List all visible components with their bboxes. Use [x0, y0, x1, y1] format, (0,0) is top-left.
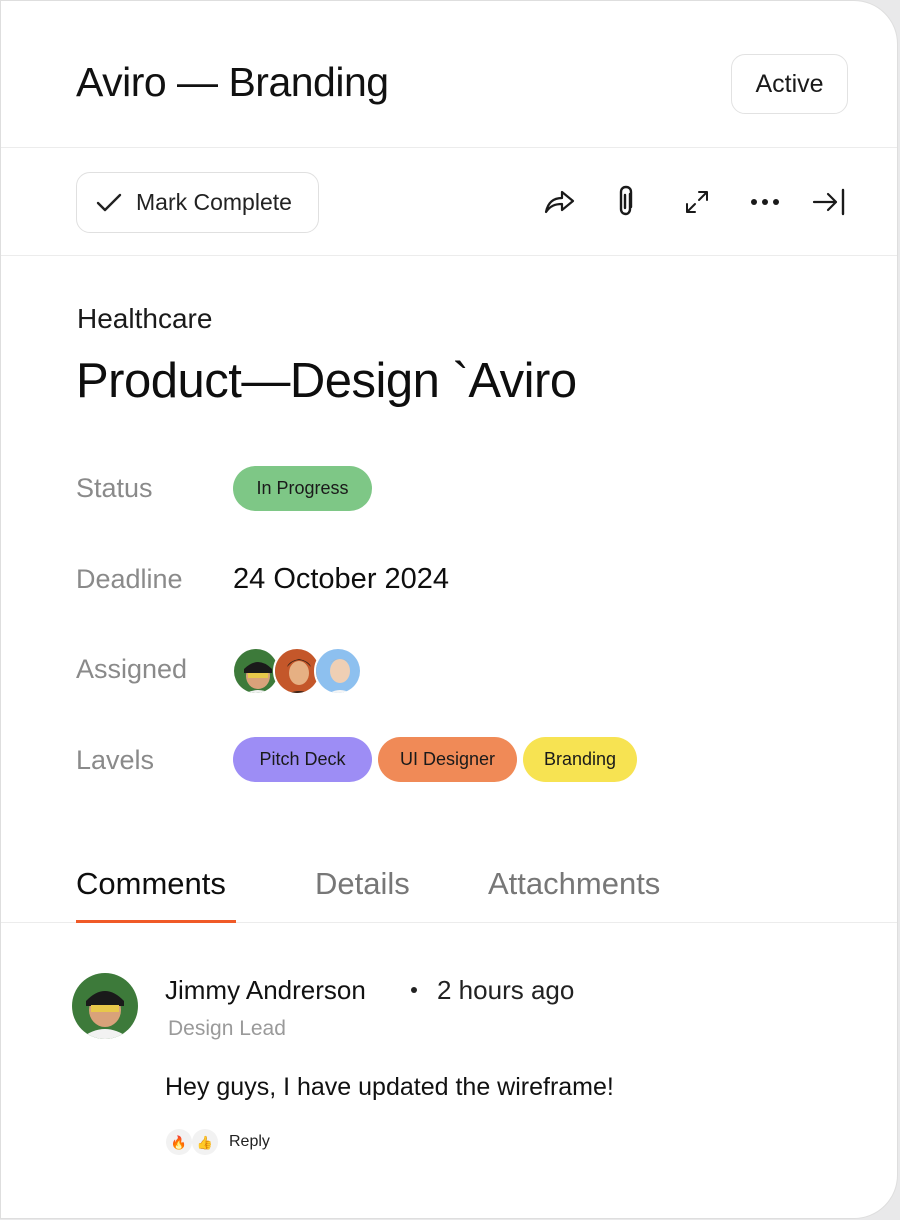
collapse-panel-icon[interactable]	[811, 184, 847, 220]
task-card: Aviro — Branding Active Mark Complete He…	[0, 0, 898, 1219]
active-tab-indicator	[76, 920, 236, 923]
mark-complete-label: Mark Complete	[136, 189, 292, 215]
status-label: Status	[76, 473, 153, 503]
comment-author-role: Design Lead	[168, 1017, 286, 1040]
card-header: Aviro — Branding Active	[1, 1, 897, 148]
label-pill-branding[interactable]: Branding	[523, 737, 637, 782]
tab-attachments[interactable]: Attachments	[488, 866, 660, 902]
comment-timestamp: 2 hours ago	[437, 975, 575, 1005]
active-status-button[interactable]: Active	[731, 54, 848, 114]
fire-reaction-icon[interactable]: 🔥	[166, 1129, 192, 1155]
paperclip-icon[interactable]	[609, 184, 645, 220]
label-pill-ui-designer[interactable]: UI Designer	[378, 737, 517, 782]
thumbs-up-reaction-icon[interactable]: 👍	[192, 1129, 218, 1155]
tab-bar: Comments Details Attachments	[1, 851, 897, 923]
expand-icon[interactable]	[679, 184, 715, 220]
deadline-label: Deadline	[76, 564, 183, 594]
label-pill-pitch-deck[interactable]: Pitch Deck	[233, 737, 372, 782]
toolbar: Mark Complete	[1, 148, 897, 256]
labels-label: Lavels	[76, 745, 155, 775]
task-title: Product—Design `Aviro	[76, 354, 577, 408]
project-title: Aviro — Branding	[76, 59, 389, 105]
mark-complete-button[interactable]: Mark Complete	[76, 172, 319, 233]
comment-text: Hey guys, I have updated the wireframe!	[165, 1073, 614, 1101]
assigned-label: Assigned	[76, 654, 188, 684]
share-icon[interactable]	[541, 184, 577, 220]
more-icon[interactable]	[747, 184, 783, 220]
avatar[interactable]	[314, 647, 362, 695]
tab-details[interactable]: Details	[315, 866, 410, 902]
separator-dot	[411, 987, 417, 993]
check-icon	[95, 192, 123, 214]
tab-comments[interactable]: Comments	[76, 866, 226, 902]
comment-author[interactable]: Jimmy Andrerson	[165, 975, 366, 1006]
deadline-value[interactable]: 24 October 2024	[233, 563, 449, 596]
reply-button[interactable]: Reply	[229, 1133, 270, 1151]
status-pill[interactable]: In Progress	[233, 466, 372, 511]
project-category: Healthcare	[77, 303, 213, 334]
comment-avatar[interactable]	[72, 973, 138, 1039]
